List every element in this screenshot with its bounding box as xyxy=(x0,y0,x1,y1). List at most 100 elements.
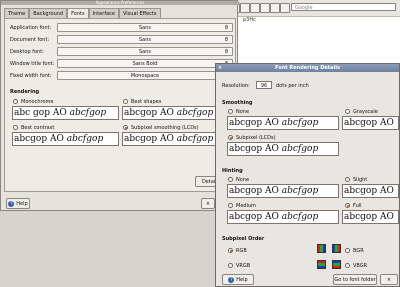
sample-text: gop xyxy=(140,108,158,118)
help-button-label: Help xyxy=(236,277,248,283)
smoothing-none-label: None xyxy=(236,109,250,115)
desktop-font-button[interactable]: Sans 8 xyxy=(57,47,233,56)
help-button-label: Help xyxy=(16,201,28,207)
sample-hinting-none: abcgop AO abcfgop xyxy=(227,184,339,198)
radio-best-shapes[interactable] xyxy=(123,99,128,104)
stop-icon[interactable] xyxy=(260,3,270,13)
sample-smoothing-grayscale: abcgop AO xyxy=(342,116,399,130)
window-title-font-button[interactable]: Sans Bold8 xyxy=(57,59,233,68)
sample-hinting-slight: abcgop AO xyxy=(342,184,399,198)
sample-text: gop xyxy=(245,144,263,154)
resolution-spinner[interactable]: 96 xyxy=(256,81,272,89)
vrgb-swatch-icon xyxy=(317,260,326,269)
sample-text: AO xyxy=(52,108,67,118)
hinting-slight-label: Slight xyxy=(353,177,368,183)
radio-monochrome[interactable] xyxy=(13,99,18,104)
go-to-font-folder-button[interactable]: Go to font folder xyxy=(333,274,377,285)
document-font-button[interactable]: Sans 8 xyxy=(57,35,233,44)
radio-subpixel-smoothing[interactable] xyxy=(123,125,128,130)
sample-text-italic: abcfgop xyxy=(176,134,214,144)
sample-text: AO xyxy=(160,134,174,144)
font-size: 8 xyxy=(224,49,228,55)
sample-text: AO xyxy=(265,212,279,222)
sample-hinting-medium: abcgop AO abcfgop xyxy=(227,210,339,224)
window-title: Appearance Preferences xyxy=(1,1,239,5)
home-icon[interactable] xyxy=(270,3,280,13)
resolution-unit: dots per inch xyxy=(276,83,309,89)
font-size: 8 xyxy=(224,25,228,31)
sample-text-italic: abcfgop xyxy=(66,134,104,144)
help-button[interactable]: ? Help xyxy=(6,198,30,209)
radio-smoothing-subpixel[interactable] xyxy=(228,135,233,140)
forward-icon[interactable] xyxy=(240,3,250,13)
sample-text: AO xyxy=(265,186,279,196)
search-input[interactable]: Google xyxy=(291,3,396,11)
sample-text-italic: abcfgop xyxy=(281,144,319,154)
bgr-swatch-icon xyxy=(332,244,341,253)
radio-hinting-full[interactable] xyxy=(345,203,350,208)
sample-smoothing-none: Noneabcgop AO abcfgop xyxy=(227,116,339,130)
sample-text: AO xyxy=(265,144,279,154)
sample-text: abc xyxy=(229,186,246,196)
radio-best-contrast[interactable] xyxy=(13,125,18,130)
sample-text-italic: abcfgop xyxy=(69,108,107,118)
radio-subpixel-vbgr[interactable] xyxy=(345,263,350,268)
tab-bar: Theme Background Fonts Interface Visual … xyxy=(4,8,161,19)
application-font-label: Application font: xyxy=(10,25,52,31)
radio-smoothing-grayscale[interactable] xyxy=(345,109,350,114)
font-size: 8 xyxy=(224,37,228,43)
sample-text: abc xyxy=(229,118,246,128)
close-icon: × xyxy=(386,277,392,283)
radio-subpixel-bgr[interactable] xyxy=(345,248,350,253)
radio-hinting-medium[interactable] xyxy=(228,203,233,208)
sample-text: gop xyxy=(30,134,48,144)
fixed-width-font-label: Fixed width font: xyxy=(10,73,52,79)
dialog-title: × Font Rendering Details xyxy=(216,64,399,72)
sample-text: gop xyxy=(245,186,263,196)
font-name: Sans Bold xyxy=(132,61,158,67)
dialog-help-button[interactable]: ? Help xyxy=(222,274,254,285)
sample-text: abc xyxy=(124,108,141,118)
font-name: Sans xyxy=(138,49,151,55)
sample-text-italic: abcfgop xyxy=(281,212,319,222)
subpixel-vrgb-label: VRGB xyxy=(236,263,251,269)
sample-text-italic: abcfgop xyxy=(281,186,319,196)
close-icon[interactable]: × xyxy=(217,65,223,71)
sample-text: gop xyxy=(360,118,378,128)
font-rendering-details-dialog: × Font Rendering Details Resolution: 96 d… xyxy=(215,63,400,287)
sample-text: AO xyxy=(380,212,394,222)
application-font-button[interactable]: Sans 8 xyxy=(57,23,233,32)
sample-text: gop xyxy=(360,186,378,196)
fixed-width-font-button[interactable]: Monospace8 xyxy=(57,71,233,80)
radio-smoothing-none[interactable] xyxy=(228,109,233,114)
desktop-font-label: Desktop font: xyxy=(10,49,44,55)
hinting-heading: Hinting xyxy=(222,168,243,174)
sample-text: AO xyxy=(380,186,394,196)
sample-text: abc xyxy=(229,212,246,222)
hinting-none-label: None xyxy=(236,177,250,183)
font-name: Sans xyxy=(138,37,151,43)
radio-subpixel-rgb[interactable] xyxy=(228,248,233,253)
radio-subpixel-smoothing-label: Subpixel smoothing (LCDs) xyxy=(131,125,199,131)
radio-subpixel-vrgb[interactable] xyxy=(228,263,233,268)
fonts-panel: Application font: Sans 8 Document font: S… xyxy=(4,18,236,192)
help-icon: ? xyxy=(228,276,235,283)
radio-hinting-none[interactable] xyxy=(228,177,233,182)
sample-text: gop xyxy=(245,212,263,222)
vbgr-swatch-icon xyxy=(332,260,341,269)
subpixel-vbgr-label: VBGR xyxy=(353,263,368,269)
sample-text: abc xyxy=(344,186,361,196)
bookmark-icon[interactable] xyxy=(280,3,290,13)
close-icon: × xyxy=(205,201,211,207)
reload-icon[interactable] xyxy=(250,3,260,13)
radio-best-contrast-label: Best contrast xyxy=(21,125,55,131)
sample-text-italic: abcfgop xyxy=(281,118,319,128)
radio-hinting-slight[interactable] xyxy=(345,177,350,182)
hinting-medium-label: Medium xyxy=(236,203,256,209)
subpixel-rgb-label: RGB xyxy=(236,248,247,254)
smoothing-heading: Smoothing xyxy=(222,100,253,106)
sample-text: AO xyxy=(160,108,174,118)
sample-text: gop xyxy=(140,134,158,144)
close-button[interactable]: × xyxy=(201,198,215,209)
dialog-close-button[interactable]: × xyxy=(380,274,398,285)
